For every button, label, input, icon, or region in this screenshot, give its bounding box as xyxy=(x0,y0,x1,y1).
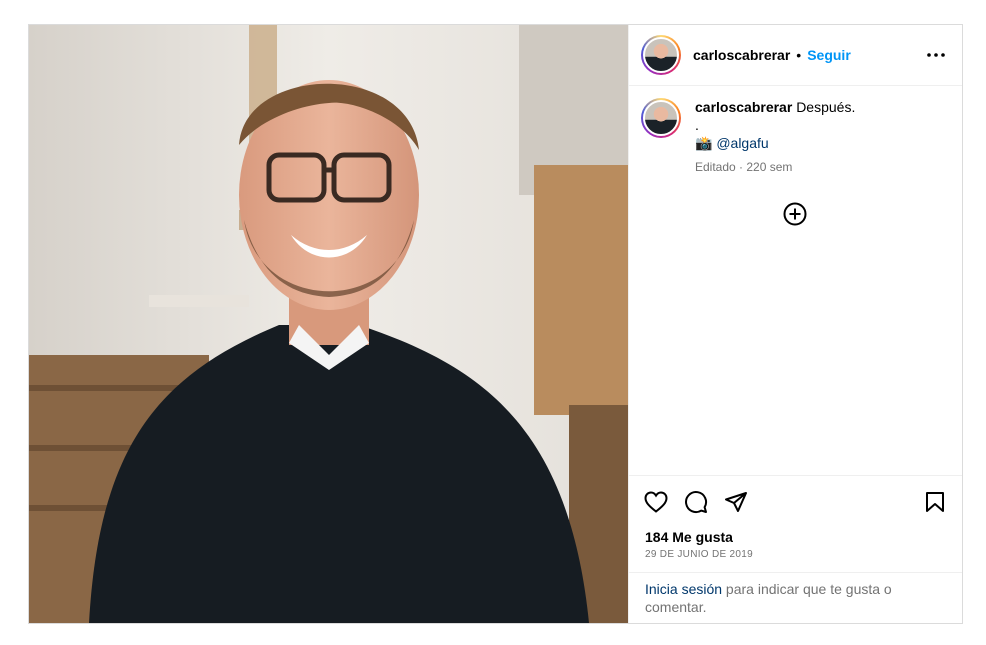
camera-emoji: 📸 xyxy=(695,135,713,151)
post-side-panel: carloscabrerar • Seguir carloscabrerar D… xyxy=(628,25,962,623)
photo-illustration xyxy=(29,25,628,623)
caption-line-2: . xyxy=(695,117,699,133)
share-icon[interactable] xyxy=(723,489,749,515)
post-date: 29 de junio de 2019 xyxy=(629,545,962,573)
caption-row: carloscabrerar Después. . 📸 @algafu Edit… xyxy=(641,98,950,176)
username[interactable]: carloscabrerar xyxy=(693,47,790,63)
more-options-icon[interactable] xyxy=(924,43,948,67)
login-link[interactable]: Inicia sesión xyxy=(645,581,722,597)
caption-meta: Editado · 220 sem xyxy=(695,160,793,174)
separator-dot: • xyxy=(796,47,802,63)
comment-icon[interactable] xyxy=(683,489,709,515)
caption-avatar-image xyxy=(643,100,679,136)
avatar[interactable] xyxy=(641,35,681,75)
like-icon[interactable] xyxy=(643,489,669,515)
caption-area: carloscabrerar Después. . 📸 @algafu Edit… xyxy=(629,86,962,475)
add-comment-icon[interactable] xyxy=(783,202,807,226)
mention-link[interactable]: @algafu xyxy=(716,135,768,151)
post-photo[interactable] xyxy=(29,25,628,623)
avatar-image xyxy=(643,37,679,73)
caption-text: Después. xyxy=(796,99,856,115)
caption: carloscabrerar Después. . 📸 @algafu Edit… xyxy=(695,98,855,176)
caption-avatar[interactable] xyxy=(641,98,681,138)
post-header: carloscabrerar • Seguir xyxy=(629,25,962,86)
caption-username[interactable]: carloscabrerar xyxy=(695,99,792,115)
action-bar xyxy=(629,475,962,527)
login-prompt: Inicia sesión para indicar que te gusta … xyxy=(629,573,962,623)
follow-button[interactable]: Seguir xyxy=(807,47,851,63)
post-container: carloscabrerar • Seguir carloscabrerar D… xyxy=(28,24,963,624)
likes-count[interactable]: 184 Me gusta xyxy=(629,527,962,545)
save-icon[interactable] xyxy=(922,489,948,515)
